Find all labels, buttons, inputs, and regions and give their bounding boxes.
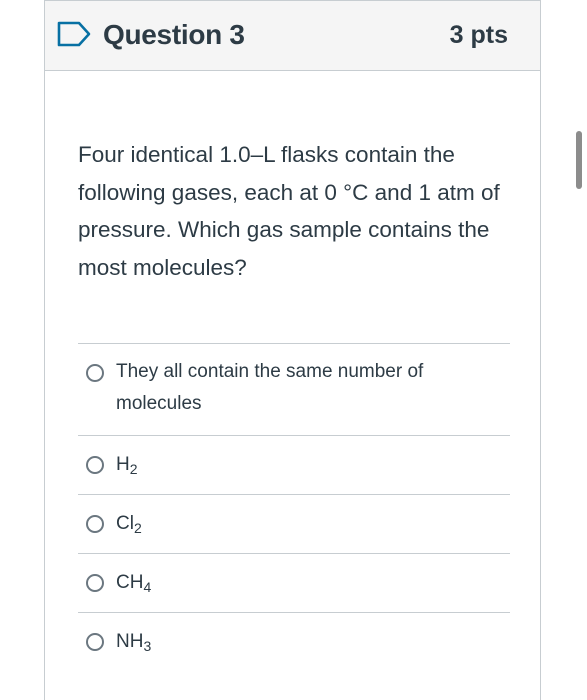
answer-label: Cl2 bbox=[116, 508, 142, 540]
answer-list: They all contain the same number of mole… bbox=[78, 343, 510, 682]
bookmark-flag-icon[interactable] bbox=[57, 21, 91, 47]
answer-label: They all contain the same number of mole… bbox=[116, 361, 424, 414]
answer-option[interactable]: NH3 bbox=[78, 612, 510, 682]
radio-button[interactable] bbox=[86, 364, 104, 382]
formula-subscript: 2 bbox=[133, 520, 142, 536]
radio-button[interactable] bbox=[86, 515, 104, 533]
radio-button[interactable] bbox=[86, 456, 104, 474]
answer-label: H2 bbox=[116, 449, 138, 481]
scrollbar-thumb[interactable] bbox=[576, 131, 582, 189]
question-points: 3 pts bbox=[449, 21, 508, 49]
answer-option[interactable]: CH4 bbox=[78, 553, 510, 612]
formula-base: H bbox=[116, 454, 130, 475]
question-header: Question 3 3 pts bbox=[45, 1, 540, 71]
formula-subscript: 2 bbox=[129, 461, 138, 477]
answer-label: NH3 bbox=[116, 626, 151, 658]
answer-option[interactable]: Cl2 bbox=[78, 494, 510, 553]
answer-option[interactable]: They all contain the same number of mole… bbox=[78, 343, 510, 435]
radio-button[interactable] bbox=[86, 574, 104, 592]
formula-base: CH bbox=[116, 572, 144, 593]
answer-label: CH4 bbox=[116, 567, 151, 599]
formula-base: Cl bbox=[116, 513, 134, 534]
answer-option[interactable]: H2 bbox=[78, 435, 510, 494]
formula-base: NH bbox=[116, 631, 144, 652]
question-title: Question 3 bbox=[103, 19, 245, 50]
formula-subscript: 3 bbox=[143, 638, 152, 654]
formula-subscript: 4 bbox=[143, 579, 152, 595]
question-text: Four identical 1.0–L flasks contain the … bbox=[78, 142, 500, 280]
radio-button[interactable] bbox=[86, 633, 104, 651]
